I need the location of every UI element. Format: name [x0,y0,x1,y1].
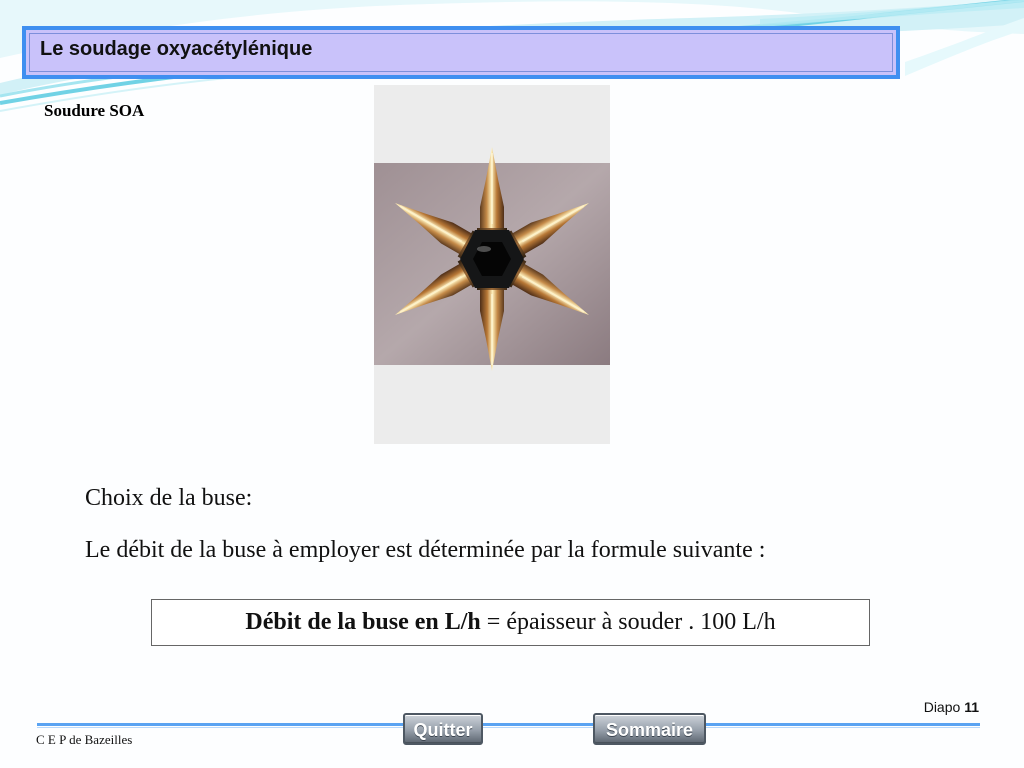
formula-label: Débit de la buse en L/h [245,609,481,635]
slide-number: Diapo 11 [924,699,979,715]
presentation-slide: Le soudage oxyacétylénique Soudure SOA C… [0,0,1024,768]
formula-operator: = [480,609,507,635]
slide-subtitle: Soudure SOA [44,101,145,120]
footer-divider [37,723,980,726]
summary-button[interactable]: Sommaire [593,713,706,745]
footer-divider-highlight [37,727,980,728]
quit-button[interactable]: Quitter [403,713,483,745]
footer-organization: C E P de Bazeilles [36,732,133,747]
title-banner: Le soudage oxyacétylénique [22,26,900,79]
welding-nozzles-photo [374,85,610,444]
formula-box: Débit de la buse en L/h = épaisseur à so… [151,599,870,646]
welding-nozzles-photo-icon [374,85,610,444]
slide-title: Le soudage oxyacétylénique [40,38,313,60]
formula-description: Le débit de la buse à employer est déter… [85,537,766,563]
slide-number-value: 11 [964,699,979,715]
slide-number-label: Diapo [923,699,961,715]
nozzle-choice-heading: Choix de la buse: [85,485,253,511]
formula-expression: épaisseur à souder . 100 L/h [506,609,776,635]
